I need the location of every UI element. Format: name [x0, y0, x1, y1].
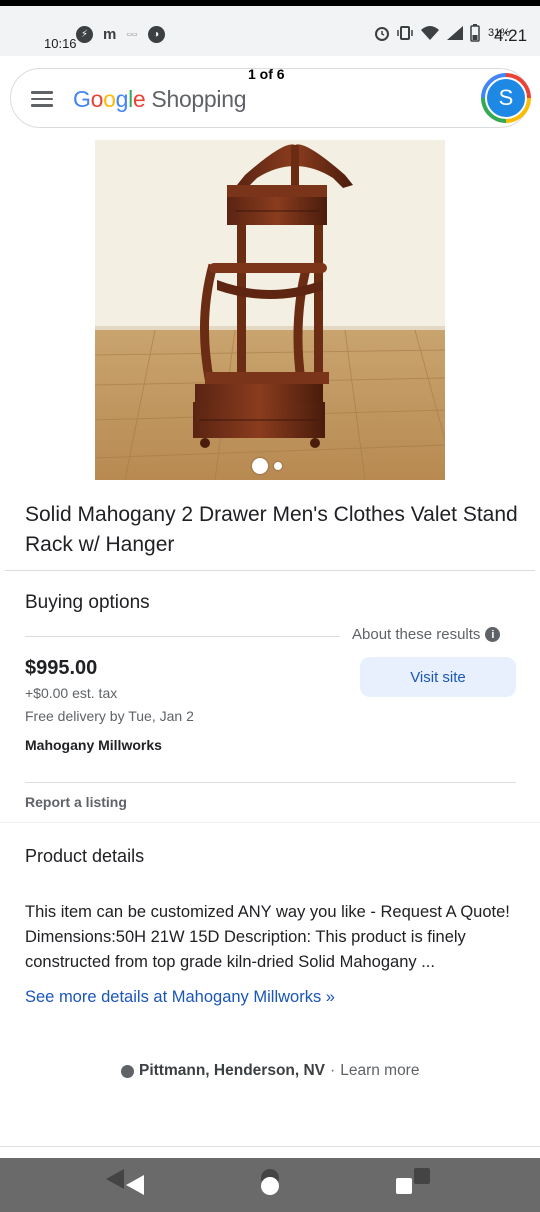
- about-results-label: About these results: [352, 626, 481, 643]
- merchant-name: Mahogany Millworks: [25, 737, 162, 753]
- vibrate-icon: [397, 26, 413, 40]
- divider: [0, 822, 540, 823]
- logo-suffix: Shopping: [151, 86, 247, 112]
- info-icon[interactable]: i: [485, 627, 501, 642]
- divider: [25, 782, 516, 783]
- delivery-info: Free delivery by Tue, Jan 2: [25, 708, 194, 724]
- image-pager: 1 of 6: [248, 66, 285, 82]
- tax-estimate: +$0.00 est. tax: [25, 685, 118, 701]
- clock-left: 10:16: [44, 36, 77, 51]
- clock-right: 4:21: [494, 26, 528, 45]
- navigation-bar: [0, 1158, 540, 1212]
- status-bar-edge: [0, 0, 540, 6]
- divider: [0, 1146, 540, 1147]
- battery-icon: [470, 24, 480, 42]
- product-title: Solid Mahogany 2 Drawer Men's Clothes Va…: [25, 503, 518, 556]
- separator: ·: [330, 1062, 336, 1079]
- report-listing-link[interactable]: Report a listing: [25, 794, 127, 810]
- carousel-dot[interactable]: [274, 462, 282, 470]
- logo-letter: o: [90, 86, 104, 112]
- alarm-icon: [375, 27, 389, 41]
- home-icon[interactable]: [258, 1168, 282, 1198]
- price: $995.00: [25, 657, 98, 679]
- back-icon[interactable]: [104, 1167, 146, 1197]
- about-results-link[interactable]: About these results i: [352, 626, 501, 643]
- notification-icons: ⚡ m ▭▭ ◑: [76, 26, 165, 43]
- menu-icon[interactable]: [31, 91, 53, 107]
- location-text: Pittmann, Henderson, NV: [139, 1062, 326, 1079]
- buying-options-heading: Buying options: [25, 592, 150, 613]
- see-more-details-link[interactable]: See more details at Mahogany Millworks »: [25, 988, 335, 1007]
- logo-letter: o: [103, 86, 116, 112]
- recents-icon[interactable]: [394, 1168, 434, 1198]
- location-dot-icon: [121, 1064, 134, 1078]
- carousel-indicator[interactable]: [252, 458, 282, 474]
- location-footer: Pittmann, Henderson, NV · Learn more: [121, 1062, 419, 1080]
- visit-site-button[interactable]: Visit site: [360, 657, 516, 697]
- account-avatar[interactable]: S: [481, 73, 531, 123]
- product-image[interactable]: [95, 140, 445, 480]
- carousel-dot-active[interactable]: [252, 458, 268, 474]
- product-details-heading: Product details: [25, 846, 145, 866]
- valet-stand-picture: [95, 140, 445, 480]
- divider: [5, 570, 535, 571]
- avatar-initial: S: [485, 77, 527, 119]
- signal-icon: [447, 26, 463, 40]
- status-bar: 10:16 ⚡ m ▭▭ ◑ 31% 4:21: [0, 0, 540, 56]
- m-app-icon: m: [103, 26, 117, 43]
- google-shopping-logo[interactable]: Google Shopping: [73, 86, 247, 113]
- game-icon: ◑: [147, 26, 165, 43]
- learn-more-link[interactable]: Learn more: [340, 1062, 419, 1080]
- logo-letter: G: [73, 86, 91, 112]
- logo-letter: g: [115, 86, 129, 112]
- product-description: This item can be customized ANY way you …: [25, 903, 510, 971]
- wifi-icon: [421, 26, 439, 40]
- system-icons: 31%: [374, 24, 510, 42]
- tiny-text-icon: ▭▭: [126, 32, 138, 38]
- logo-letter: e: [132, 86, 146, 112]
- divider: [25, 636, 340, 637]
- messenger-icon: ⚡: [76, 26, 93, 43]
